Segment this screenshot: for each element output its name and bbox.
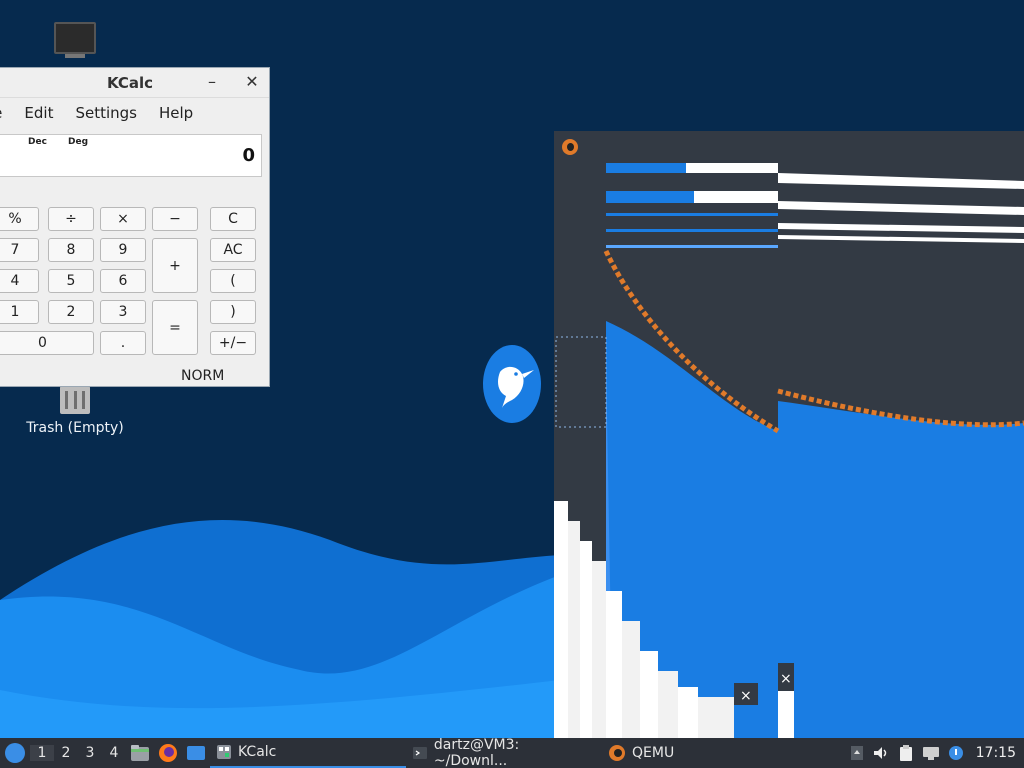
- task-qemu[interactable]: QEMU: [602, 738, 792, 768]
- system-tray: 17:15: [850, 738, 1024, 768]
- workspace-2[interactable]: 2: [54, 745, 78, 761]
- menu-settings[interactable]: Settings: [64, 104, 148, 122]
- terminal-icon: [413, 747, 427, 759]
- equals-button[interactable]: =: [152, 300, 198, 355]
- workspace-4[interactable]: 4: [102, 745, 126, 761]
- monitor-stand: [65, 54, 85, 58]
- svg-text:×: ×: [740, 688, 752, 704]
- multiply-button[interactable]: ×: [100, 207, 146, 231]
- digit-8-button[interactable]: 8: [48, 238, 94, 262]
- show-desktop-launcher[interactable]: [182, 738, 210, 768]
- kcalc-display: Dec Deg 0: [0, 134, 262, 177]
- base-indicator: Dec: [28, 137, 47, 147]
- task-kcalc-label: KCalc: [238, 744, 277, 760]
- firefox-icon: [159, 744, 177, 762]
- menu-help[interactable]: Help: [148, 104, 204, 122]
- clipboard-icon[interactable]: [898, 744, 914, 762]
- kingfisher-logo: [483, 345, 541, 423]
- update-notifier-icon[interactable]: [948, 745, 964, 761]
- calculator-icon: [217, 745, 231, 759]
- taskbar: 1 2 3 4 KCalc dartz@VM3: ~/Downl... QEMU…: [0, 737, 1024, 768]
- qemu-icon: [609, 745, 625, 761]
- trash-desktop-icon[interactable]: Trash (Empty): [22, 386, 128, 436]
- display-value: 0: [242, 145, 255, 166]
- digit-2-button[interactable]: 2: [48, 300, 94, 324]
- digit-0-button[interactable]: 0: [0, 331, 94, 355]
- menu-edit[interactable]: Edit: [13, 104, 64, 122]
- digit-7-button[interactable]: 7: [0, 238, 39, 262]
- start-menu-icon: [5, 743, 25, 763]
- file-manager-launcher[interactable]: [126, 738, 154, 768]
- digit-3-button[interactable]: 3: [100, 300, 146, 324]
- plus-minus-button[interactable]: +/−: [210, 331, 256, 355]
- workspace-3[interactable]: 3: [78, 745, 102, 761]
- divide-button[interactable]: ÷: [48, 207, 94, 231]
- minimize-button[interactable]: –: [201, 72, 223, 91]
- open-paren-button[interactable]: (: [210, 269, 256, 293]
- decimal-point-button[interactable]: .: [100, 331, 146, 355]
- mode-indicator: NORM: [181, 368, 225, 384]
- close-paren-button[interactable]: ): [210, 300, 256, 324]
- percent-button[interactable]: %: [0, 207, 39, 231]
- workspace-1[interactable]: 1: [30, 745, 54, 761]
- trash-label: Trash (Empty): [26, 420, 124, 436]
- all-clear-button[interactable]: AC: [210, 238, 256, 262]
- digit-6-button[interactable]: 6: [100, 269, 146, 293]
- kcalc-title: KCalc: [106, 73, 154, 92]
- desktop-icon: [187, 746, 205, 760]
- firefox-launcher[interactable]: [154, 738, 182, 768]
- plus-button[interactable]: +: [152, 238, 198, 293]
- menu-file[interactable]: le: [0, 104, 13, 122]
- close-button[interactable]: ✕: [241, 72, 263, 91]
- trash-icon: [60, 386, 90, 414]
- kcalc-window[interactable]: KCalc – ✕ le Edit Settings Help Dec Deg …: [0, 67, 270, 387]
- digit-4-button[interactable]: 4: [0, 269, 39, 293]
- volume-icon[interactable]: [872, 745, 890, 761]
- task-terminal-label: dartz@VM3: ~/Downl...: [433, 737, 520, 768]
- digit-9-button[interactable]: 9: [100, 238, 146, 262]
- computer-desktop-icon[interactable]: [52, 22, 98, 62]
- minus-button[interactable]: −: [152, 207, 198, 231]
- digit-1-button[interactable]: 1: [0, 300, 39, 324]
- digit-5-button[interactable]: 5: [48, 269, 94, 293]
- kcalc-menubar: le Edit Settings Help: [0, 98, 269, 128]
- folder-icon: [131, 745, 149, 761]
- task-kcalc[interactable]: KCalc: [210, 738, 406, 768]
- tray-expand-icon[interactable]: [850, 745, 864, 761]
- qemu-window[interactable]: × ×: [554, 131, 1024, 738]
- kcalc-titlebar[interactable]: KCalc – ✕: [0, 68, 269, 98]
- start-menu-button[interactable]: [0, 738, 30, 768]
- task-qemu-label: QEMU: [632, 745, 675, 761]
- clear-button[interactable]: C: [210, 207, 256, 231]
- svg-text:×: ×: [780, 671, 792, 687]
- monitor-screen: [54, 22, 96, 54]
- clock[interactable]: 17:15: [976, 745, 1016, 761]
- task-terminal[interactable]: dartz@VM3: ~/Downl...: [406, 737, 602, 768]
- qemu-glitch-display: × ×: [554, 163, 1024, 738]
- network-icon[interactable]: [922, 745, 940, 761]
- angle-indicator: Deg: [68, 137, 89, 147]
